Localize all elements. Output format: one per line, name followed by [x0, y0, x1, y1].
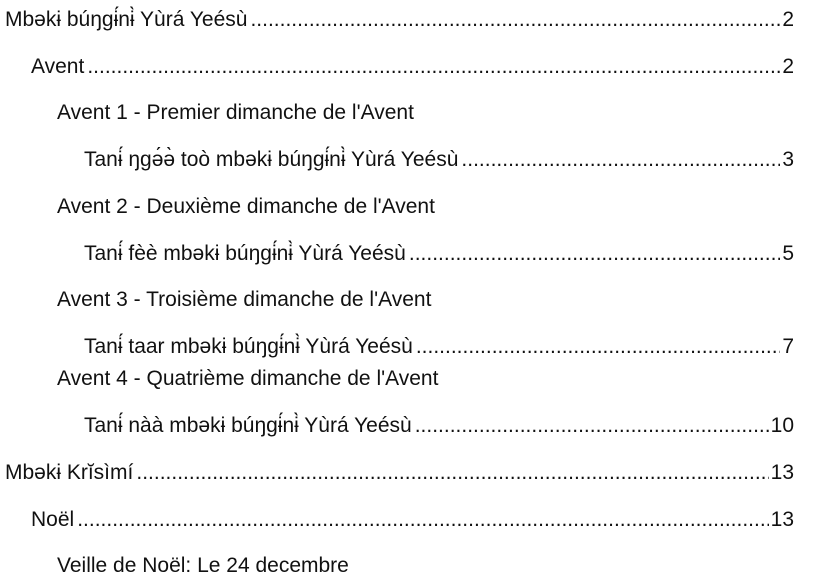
toc-heading[interactable]: Avent 3 - Troisième dimanche de l'Avent — [57, 285, 794, 315]
toc-entry[interactable]: Avent 2 — [31, 52, 794, 82]
dot-leader — [250, 5, 780, 35]
toc-entry-title: Avent 4 - Quatrième dimanche de l'Avent — [57, 367, 439, 390]
dot-leader — [87, 52, 780, 82]
toc-entry-page-number: 10 — [770, 414, 794, 437]
toc-entry[interactable]: Tanɨ́ fèè mbəkɨ búŋgɨ́nɨ̀ Yùrá Yeésù 5 — [84, 239, 794, 269]
toc-entry-title: Avent 3 - Troisième dimanche de l'Avent — [57, 288, 432, 311]
dot-leader — [136, 458, 768, 488]
toc-entry-title: Veille de Noël: Le 24 decembre — [57, 554, 349, 577]
toc-entry-title: Avent 1 - Premier dimanche de l'Avent — [57, 101, 414, 124]
table-of-contents: Mbəkɨ búŋgɨ́nɨ̀ Yùrá Yeésù 2 Avent 2 Ave… — [0, 0, 814, 586]
toc-heading[interactable]: Avent 4 - Quatrième dimanche de l'Avent — [57, 364, 794, 394]
toc-entry[interactable]: Noël 13 — [31, 505, 794, 535]
toc-entry-page-number: 2 — [782, 55, 794, 78]
toc-entry[interactable]: Mbəkɨ búŋgɨ́nɨ̀ Yùrá Yeésù 2 — [5, 5, 794, 35]
dot-leader — [415, 411, 769, 441]
dot-leader — [409, 239, 780, 269]
toc-entry-title: Tanɨ́ nàà mbəkɨ búŋgɨ́nɨ̀ Yùrá Yeésù — [84, 414, 412, 437]
toc-entry-title: Avent 2 - Deuxième dimanche de l'Avent — [57, 195, 435, 218]
toc-entry[interactable]: Tanɨ́ nàà mbəkɨ búŋgɨ́nɨ̀ Yùrá Yeésù 10 — [84, 411, 794, 441]
toc-entry[interactable]: Tanɨ́ taar mbəkɨ búŋgɨ́nɨ̀ Yùrá Yeésù 7 — [84, 332, 794, 362]
toc-entry-page-number: 2 — [782, 8, 794, 31]
toc-entry-page-number: 3 — [782, 148, 794, 171]
toc-entry-page-number: 13 — [770, 461, 794, 484]
toc-entry-title: Mbəkɨ Krĭsìmí — [5, 461, 134, 484]
toc-heading[interactable]: Avent 1 - Premier dimanche de l'Avent — [57, 98, 794, 128]
toc-entry-title: Tanɨ́ taar mbəkɨ búŋgɨ́nɨ̀ Yùrá Yeésù — [84, 335, 413, 358]
toc-entry-title: Noël — [31, 508, 75, 531]
dot-leader — [461, 145, 780, 175]
toc-entry[interactable]: Mbəkɨ Krĭsìmí 13 — [5, 458, 794, 488]
toc-heading[interactable]: Avent 2 - Deuxième dimanche de l'Avent — [57, 192, 794, 222]
toc-entry-title: Mbəkɨ búŋgɨ́nɨ̀ Yùrá Yeésù — [5, 8, 248, 31]
dot-leader — [416, 332, 780, 362]
toc-entry-page-number: 13 — [770, 508, 794, 531]
toc-entry-page-number: 5 — [782, 242, 794, 265]
dot-leader — [77, 505, 768, 535]
toc-heading[interactable]: Veille de Noël: Le 24 decembre — [57, 551, 794, 581]
toc-entry[interactable]: Tanɨ́ ŋgə́ə̀ toò mbəkɨ búŋgɨ́nɨ̀ Yùrá Ye… — [84, 145, 794, 175]
toc-entry-title: Avent — [31, 55, 85, 78]
toc-entry-page-number: 7 — [782, 335, 794, 358]
toc-entry-title: Tanɨ́ ŋgə́ə̀ toò mbəkɨ búŋgɨ́nɨ̀ Yùrá Ye… — [84, 148, 459, 171]
toc-entry-title: Tanɨ́ fèè mbəkɨ búŋgɨ́nɨ̀ Yùrá Yeésù — [84, 242, 406, 265]
